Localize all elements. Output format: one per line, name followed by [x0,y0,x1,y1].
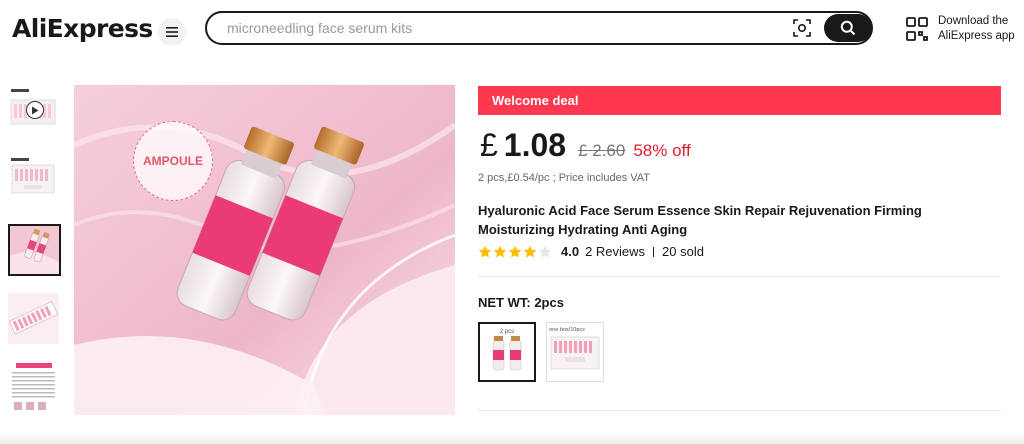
search-input[interactable] [227,17,747,39]
aliexpress-logo[interactable]: AliExpress [12,14,153,43]
reviews-link[interactable]: 2 Reviews [585,244,645,259]
price-row: £ 1.08 £ 2.60 58% off [480,127,691,164]
ampoule-badge: AMPOULE [133,121,213,201]
download-app-link[interactable]: Download the AliExpress app [906,14,1018,44]
option-2pcs[interactable]: 2 pcs [478,322,536,382]
thumbnail-video[interactable] [8,86,59,137]
rating-value: 4.0 [561,244,580,259]
star-full-icon [493,245,507,257]
thumbnail-two-vials[interactable] [8,224,61,276]
net-weight-label: NET WT: 2pcs [478,295,564,310]
search-icon [840,20,856,36]
search-button[interactable] [824,14,872,42]
page-bottom-edge [0,430,1024,444]
divider [478,410,1001,411]
play-video-button[interactable] [26,101,44,119]
star-rating[interactable] [478,245,553,259]
option-2pcs-image: 2 pcs [480,324,534,380]
thumbnail-vial-tray[interactable] [8,293,59,344]
unit-price-line: 2 pcs,£0.54/pc ; Price includes VAT [478,172,651,184]
download-app-text: Download the AliExpress app [938,15,1015,42]
hamburger-icon [166,27,178,37]
star-full-icon [478,245,492,257]
menu-button[interactable] [158,18,186,46]
discount-label: 58% off [633,141,691,160]
search-bar [205,11,873,45]
main-product-image[interactable]: AMPOULE [74,85,455,415]
product-photo [74,85,455,415]
option-one-box[interactable]: one box/10pcs [546,322,604,382]
header: AliExpress Do [0,0,1024,58]
instructions-image [8,362,59,413]
two-vials-image [10,226,59,274]
play-icon [32,106,39,114]
sold-count: 20 sold [662,244,704,259]
star-full-icon [523,245,537,257]
option-label: one box/10pcs [549,327,585,333]
star-empty-icon [538,245,552,257]
camera-scan-icon [793,19,811,37]
thumbnail-instructions[interactable] [8,362,59,413]
option-label: 2 pcs [500,329,514,335]
welcome-deal-banner: Welcome deal [478,86,1001,115]
qr-code-icon [906,17,928,41]
rating-row: 4.0 2 Reviews 20 sold [478,244,704,259]
vial-tray-image [8,293,59,344]
image-search-button[interactable] [790,17,814,39]
thumbnail-kit-box[interactable] [8,155,59,206]
star-full-icon [508,245,522,257]
divider [478,276,1001,277]
price-currency: £ [480,127,498,163]
current-price: 1.08 [503,127,567,163]
separator [653,246,655,257]
product-title: Hyaluronic Acid Face Serum Essence Skin … [478,203,922,237]
option-box-image: one box/10pcs [547,323,603,381]
kit-box-image [8,155,59,206]
original-price: £ 2.60 [578,141,626,160]
